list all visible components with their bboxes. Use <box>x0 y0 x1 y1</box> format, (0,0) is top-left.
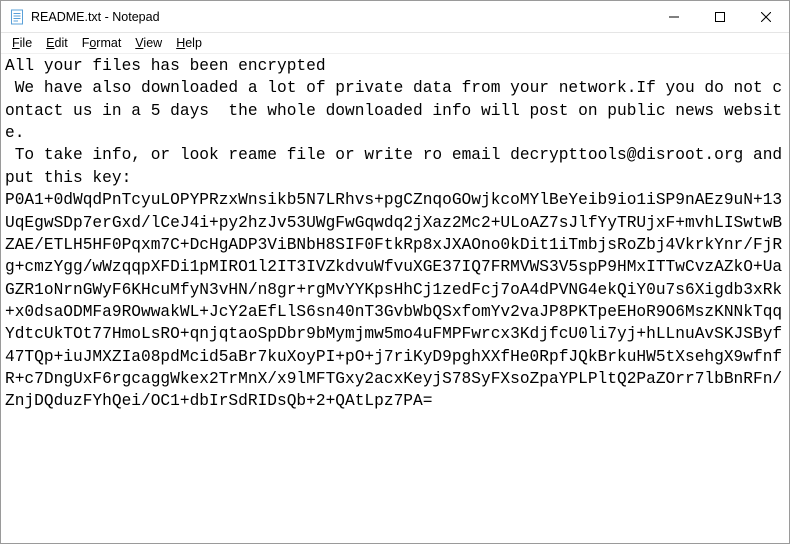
menu-format[interactable]: Format <box>75 35 129 51</box>
text-content[interactable]: All your files has been encrypted We hav… <box>1 54 789 543</box>
titlebar[interactable]: README.txt - Notepad <box>1 1 789 33</box>
close-icon <box>761 12 771 22</box>
window-controls <box>651 1 789 32</box>
notepad-icon <box>9 9 25 25</box>
text-area-scroll[interactable]: All your files has been encrypted We hav… <box>1 54 789 543</box>
menu-view[interactable]: View <box>128 35 169 51</box>
menu-edit[interactable]: Edit <box>39 35 75 51</box>
menu-help[interactable]: Help <box>169 35 209 51</box>
minimize-icon <box>669 12 679 22</box>
close-button[interactable] <box>743 1 789 32</box>
minimize-button[interactable] <box>651 1 697 32</box>
menu-file[interactable]: File <box>5 35 39 51</box>
notepad-window: README.txt - Notepad File Edit Format Vi… <box>0 0 790 544</box>
maximize-button[interactable] <box>697 1 743 32</box>
maximize-icon <box>715 12 725 22</box>
menubar: File Edit Format View Help <box>1 33 789 54</box>
titlebar-left: README.txt - Notepad <box>1 9 651 25</box>
window-title: README.txt - Notepad <box>31 10 160 24</box>
